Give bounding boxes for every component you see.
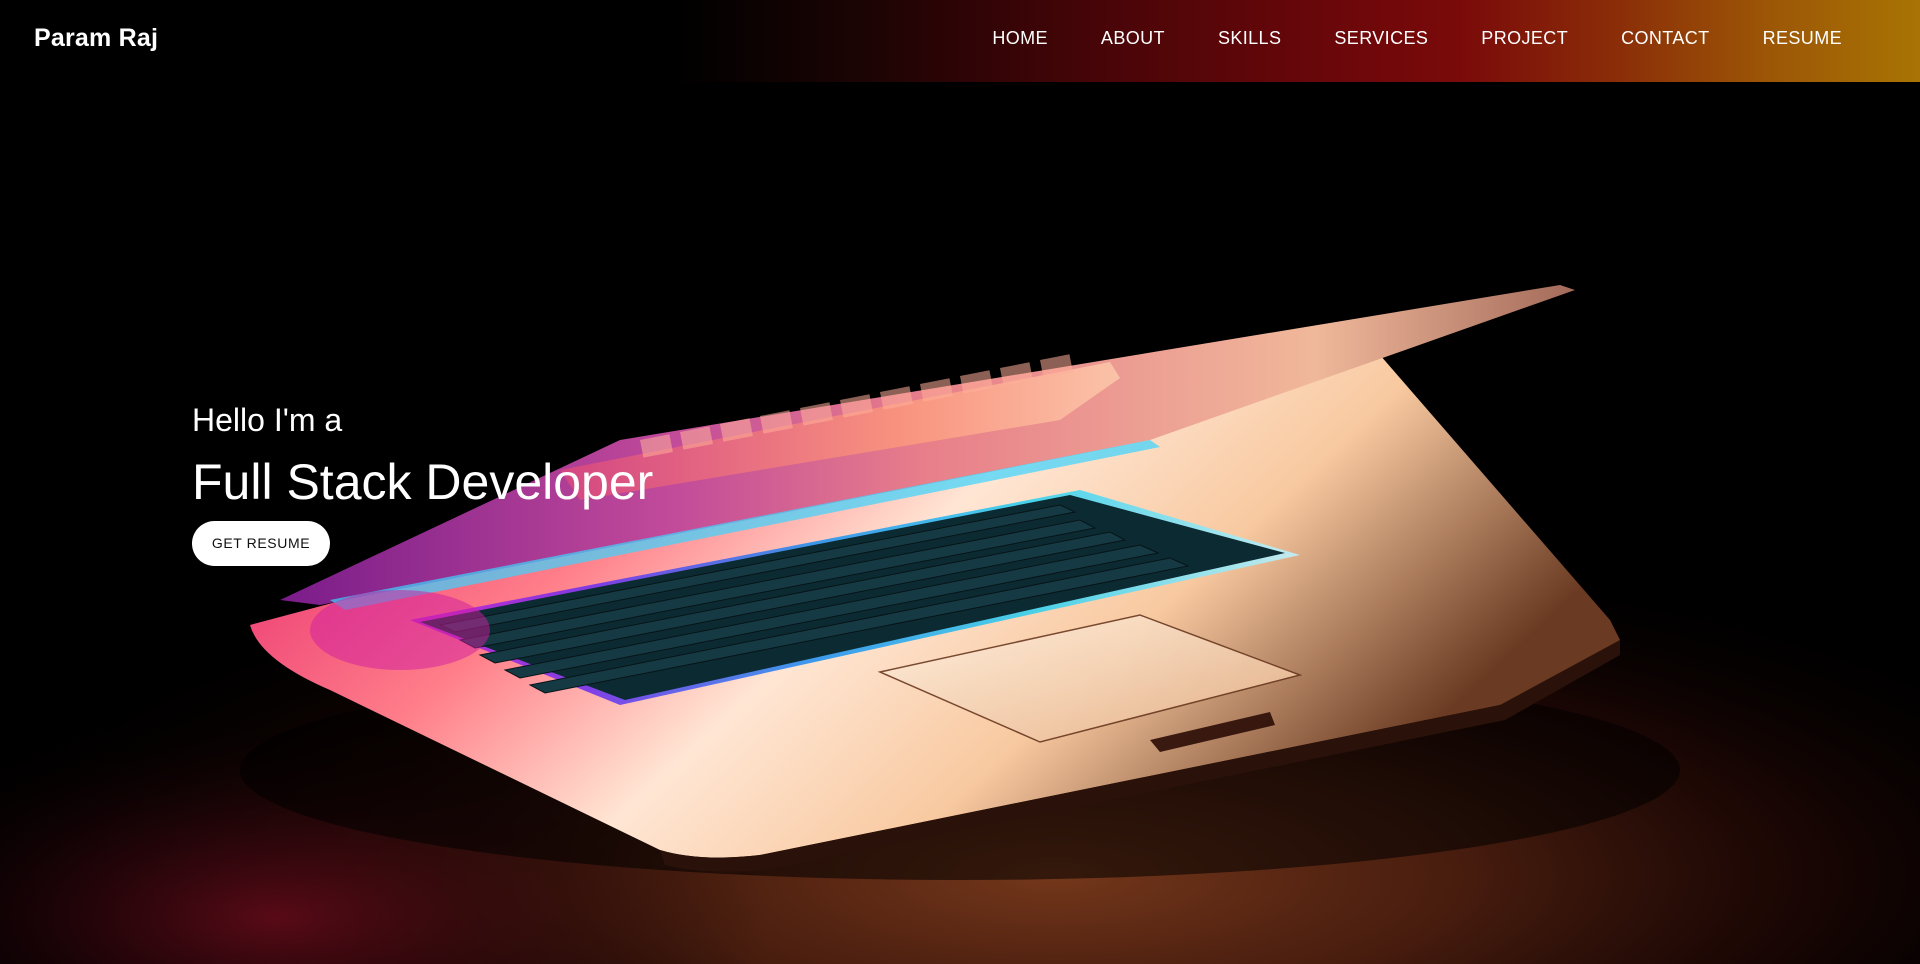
- navbar: Param Raj HOME ABOUT SKILLS SERVICES PRO…: [0, 0, 1920, 82]
- get-resume-button[interactable]: GET RESUME: [192, 521, 330, 566]
- nav-link-home[interactable]: HOME: [992, 28, 1048, 49]
- brand-logo[interactable]: Param Raj: [34, 24, 158, 53]
- hero-greeting: Hello I'm a: [192, 402, 343, 438]
- nav-link-project[interactable]: PROJECT: [1481, 28, 1568, 49]
- nav-link-resume[interactable]: RESUME: [1763, 28, 1842, 49]
- nav-link-about[interactable]: ABOUT: [1101, 28, 1165, 49]
- nav-links: HOME ABOUT SKILLS SERVICES PROJECT CONTA…: [939, 28, 1842, 49]
- portfolio-page: Param Raj HOME ABOUT SKILLS SERVICES PRO…: [0, 0, 1920, 964]
- nav-link-contact[interactable]: CONTACT: [1621, 28, 1709, 49]
- hero-title: Full Stack Developer: [192, 454, 654, 510]
- nav-link-skills[interactable]: SKILLS: [1218, 28, 1281, 49]
- hero-section: Hello I'm a Full Stack Developer GET RES…: [192, 400, 653, 566]
- nav-link-services[interactable]: SERVICES: [1334, 28, 1428, 49]
